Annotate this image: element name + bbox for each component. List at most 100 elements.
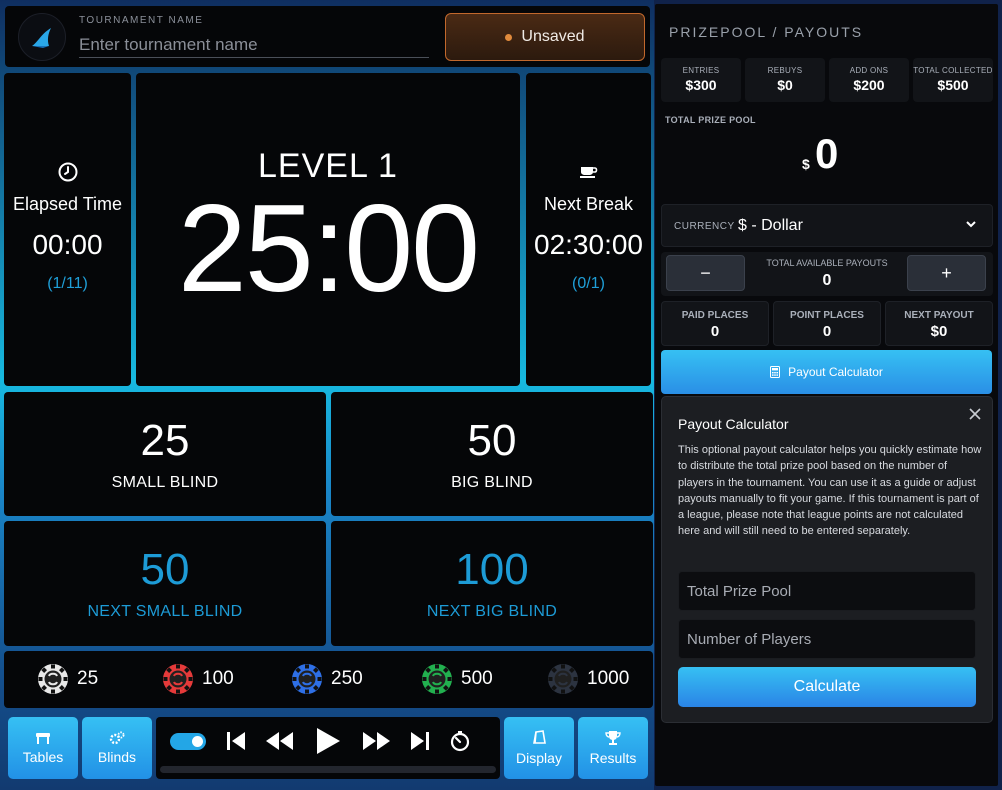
chip-item: 1000	[547, 663, 629, 695]
close-icon[interactable]	[968, 407, 982, 421]
payout-calculator-label: Payout Calculator	[788, 365, 883, 379]
poker-chip-icon	[548, 664, 578, 694]
payout-calculator-button[interactable]: Payout Calculator	[661, 350, 992, 394]
tables-button[interactable]: Tables	[8, 717, 78, 779]
place-label: NEXT PAYOUT	[904, 310, 974, 321]
auto-advance-toggle[interactable]	[170, 733, 206, 750]
poker-chip-icon	[163, 664, 193, 694]
chip-item: 25	[37, 663, 98, 695]
prizepool-panel: PRIZEPOOL / PAYOUTS ENTRIES $300 REBUYS …	[655, 4, 998, 786]
stat-label: TOTAL COLLECTED	[913, 66, 993, 75]
total-prize-pool-label: TOTAL PRIZE POOL	[665, 115, 756, 125]
results-label: Results	[589, 750, 637, 766]
play-icon[interactable]	[314, 726, 342, 756]
chip-value: 100	[202, 668, 234, 689]
skip-start-icon[interactable]	[224, 729, 248, 753]
tournament-name-label: TOURNAMENT NAME	[79, 15, 204, 26]
total-prize-pool-currency: $	[802, 156, 810, 172]
chip-value: 250	[331, 668, 363, 689]
entries-stat: ENTRIES $300	[661, 58, 741, 102]
stat-value: $300	[685, 77, 717, 93]
tournament-clock-panel: TOURNAMENT NAME Unsaved Elapsed Time 00:…	[0, 0, 654, 790]
calculator-icon	[770, 366, 781, 378]
next-small-blind-tile: 50 NEXT SMALL BLIND	[4, 521, 326, 646]
stat-value: $200	[853, 77, 885, 93]
big-blind-tile: 50 BIG BLIND	[331, 392, 653, 516]
level-clock-tile: LEVEL 1 25:00	[136, 73, 520, 386]
total-prize-pool-value: 0	[815, 130, 839, 177]
break-time: 02:30:00	[534, 229, 643, 260]
clock-transport-controls	[156, 717, 500, 779]
elapsed-title: Elapsed Time	[12, 194, 123, 214]
chip-value: 25	[77, 668, 99, 689]
table-icon	[36, 733, 50, 744]
poker-chip-icon	[38, 664, 68, 694]
stat-value: $0	[777, 77, 793, 93]
small-blind-value: 25	[140, 416, 190, 465]
place-label: POINT PLACES	[790, 310, 864, 321]
next-big-blind-tile: 100 NEXT BIG BLIND	[331, 521, 653, 646]
display-icon	[533, 730, 546, 744]
tournament-header: TOURNAMENT NAME Unsaved	[5, 6, 650, 67]
next-small-blind-value: 50	[140, 545, 190, 594]
total-collected-stat: TOTAL COLLECTED $500	[913, 58, 993, 102]
elapsed-time: 00:00	[32, 229, 103, 260]
chip-item: 250	[291, 663, 363, 695]
paid-places-box: PAID PLACES 0	[661, 301, 769, 346]
trophy-icon	[605, 731, 621, 745]
chip-item: 100	[162, 663, 234, 695]
stat-label: REBUYS	[767, 66, 803, 75]
available-payouts-row: − TOTAL AVAILABLE PAYOUTS 0 +	[661, 252, 993, 296]
calculate-button[interactable]: Calculate	[678, 667, 976, 707]
rebuys-stat: REBUYS $0	[745, 58, 825, 102]
timer-icon[interactable]	[448, 729, 472, 753]
next-break-tile: Next Break 02:30:00 (0/1)	[526, 73, 651, 386]
tournament-name-input[interactable]	[79, 32, 429, 58]
save-status-button[interactable]: Unsaved	[445, 13, 645, 61]
next-big-blind-value: 100	[455, 545, 529, 594]
total-prize-pool-input[interactable]	[678, 571, 976, 611]
fast-forward-icon[interactable]	[360, 729, 392, 753]
display-button[interactable]: Display	[504, 717, 574, 779]
chip-value: 1000	[587, 668, 630, 689]
tables-label: Tables	[22, 749, 64, 765]
level-time-remaining: 25:00	[177, 180, 480, 318]
next-payout-box: NEXT PAYOUT $0	[885, 301, 993, 346]
blinds-button[interactable]: Blinds	[82, 717, 152, 779]
results-button[interactable]: Results	[578, 717, 648, 779]
level-count: (1/11)	[47, 275, 88, 292]
shark-fin-icon	[32, 28, 51, 48]
place-value: 0	[710, 323, 720, 340]
chip-item: 500	[421, 663, 493, 695]
small-blind-tile: 25 SMALL BLIND	[4, 392, 326, 516]
chevron-down-icon	[966, 221, 976, 228]
rewind-icon[interactable]	[264, 729, 296, 753]
big-blind-value: 50	[467, 416, 517, 465]
small-blind-label: SMALL BLIND	[111, 474, 219, 491]
currency-select[interactable]: CURRENCY $ - Dollar	[661, 204, 993, 247]
clock-icon	[58, 162, 77, 182]
stat-label: ENTRIES	[682, 66, 720, 75]
number-of-players-input[interactable]	[678, 619, 976, 659]
currency-value: $ - Dollar	[738, 217, 803, 234]
place-value: $0	[930, 323, 948, 340]
chip-denominations: 25 100 250 500 1000	[4, 651, 653, 708]
break-count: (0/1)	[572, 275, 605, 292]
prizepool-title: PRIZEPOOL / PAYOUTS	[669, 24, 864, 40]
skip-end-icon[interactable]	[408, 729, 432, 753]
calculator-title: Payout Calculator	[678, 416, 789, 432]
blinds-label: Blinds	[97, 749, 137, 765]
calculator-description: This optional payout calculator helps yo…	[678, 444, 982, 538]
stat-value: $500	[937, 77, 969, 93]
coffee-cup-icon	[579, 167, 597, 178]
poker-chip-icon	[292, 664, 322, 694]
point-places-box: POINT PLACES 0	[773, 301, 881, 346]
increase-payouts-button[interactable]: +	[907, 255, 986, 291]
level-progress-bar	[160, 766, 496, 773]
currency-label: CURRENCY	[674, 221, 735, 232]
status-dot-icon	[505, 33, 513, 41]
chip-value: 500	[461, 668, 493, 689]
save-status-label: Unsaved	[521, 28, 585, 45]
place-label: PAID PLACES	[681, 310, 749, 321]
next-big-blind-label: NEXT BIG BLIND	[426, 603, 558, 620]
